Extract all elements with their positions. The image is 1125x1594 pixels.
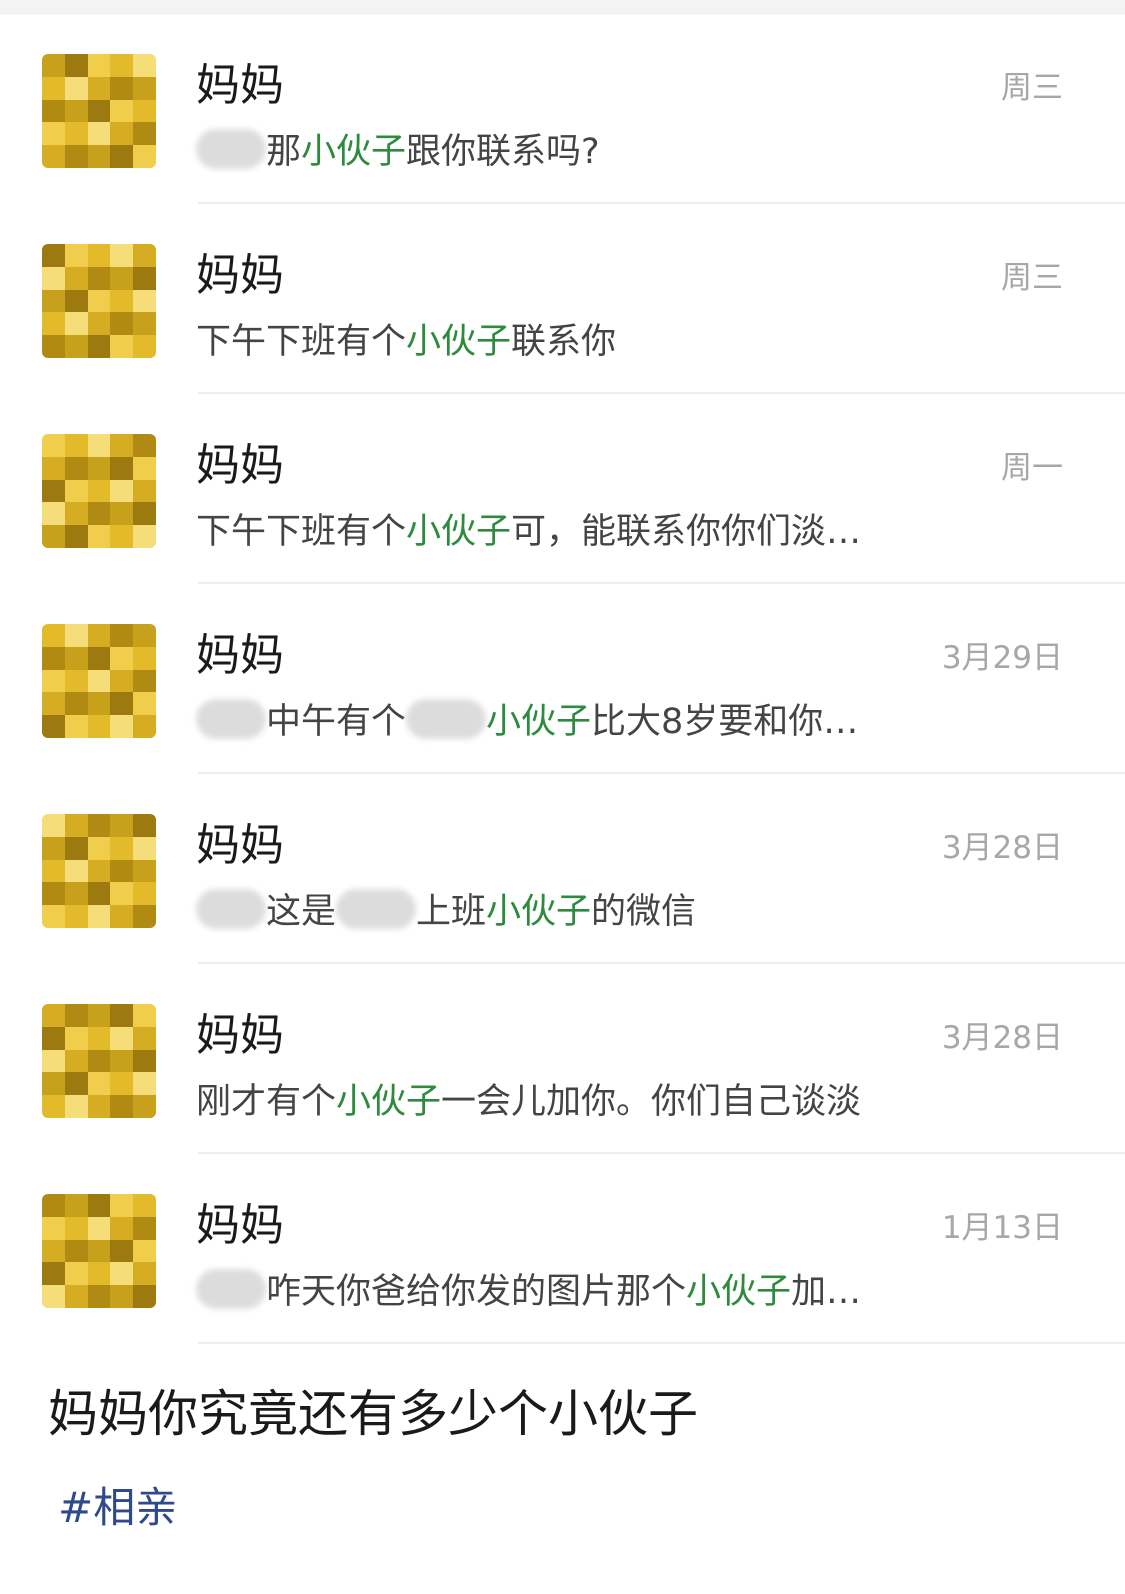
preview-text: 联系你: [511, 322, 617, 362]
message-time: 3月28日: [941, 830, 1063, 866]
contact-name: 妈妈: [196, 630, 284, 681]
redacted-text: [196, 1269, 266, 1309]
post-caption: 妈妈你究竟还有多少个小伙子: [48, 1385, 698, 1443]
contact-name: 妈妈: [196, 820, 284, 871]
message-time: 3月29日: [941, 640, 1063, 676]
message-preview: 咋天你爸给你发的图片那个小伙子加…: [196, 1268, 861, 1316]
message-time: 周三: [1001, 70, 1063, 106]
chat-list-item[interactable]: 妈妈 3月28日这是 上班小伙子的微信: [0, 774, 1125, 964]
chat-list-item[interactable]: 妈妈 周一下午下班有个小伙子可，能联系你你们淡…: [0, 394, 1125, 584]
highlighted-keyword: 小伙子: [686, 1272, 792, 1312]
hashtag-link[interactable]: #相亲: [58, 1480, 177, 1536]
row-divider: [198, 1342, 1125, 1344]
highlighted-keyword: 小伙子: [336, 1082, 442, 1122]
avatar: [42, 244, 156, 358]
top-edge: [0, 0, 1125, 14]
preview-text: 中午有个: [266, 702, 407, 742]
chat-list-item[interactable]: 妈妈 1月13日咋天你爸给你发的图片那个小伙子加…: [0, 1154, 1125, 1344]
contact-name: 妈妈: [196, 60, 284, 111]
chat-list-item[interactable]: 妈妈 3月29日中午有个 小伙子比大8岁要和你…: [0, 584, 1125, 774]
message-time: 周一: [1001, 450, 1063, 486]
preview-text: 的微信: [591, 892, 697, 932]
message-preview: 下午下班有个小伙子可，能联系你你们淡…: [196, 508, 861, 556]
message-time: 3月28日: [941, 1020, 1063, 1056]
preview-text: 咋天你爸给你发的图片那个: [266, 1272, 687, 1312]
avatar: [42, 814, 156, 928]
redacted-text: [336, 889, 417, 929]
redacted-text: [196, 889, 266, 929]
chat-list-item[interactable]: 妈妈 周三那小伙子跟你联系吗?: [0, 14, 1125, 204]
preview-text: 可，能联系你你们淡…: [511, 512, 862, 552]
preview-text: 刚才有个: [196, 1082, 337, 1122]
message-preview: 下午下班有个小伙子联系你: [196, 318, 616, 366]
message-preview: 那小伙子跟你联系吗?: [196, 128, 600, 176]
preview-text: 那: [266, 132, 302, 172]
avatar: [42, 624, 156, 738]
chat-list-item[interactable]: 妈妈 周三下午下班有个小伙子联系你: [0, 204, 1125, 394]
highlighted-keyword: 小伙子: [301, 132, 407, 172]
preview-text: 这是: [266, 892, 337, 932]
contact-name: 妈妈: [196, 1010, 284, 1061]
avatar: [42, 54, 156, 168]
preview-text: 跟你联系吗?: [406, 132, 600, 172]
message-time: 1月13日: [941, 1210, 1063, 1246]
message-time: 周三: [1001, 260, 1063, 296]
message-preview: 刚才有个小伙子一会儿加你。你们自己谈淡: [196, 1078, 861, 1126]
preview-text: 下午下班有个: [196, 512, 407, 552]
highlighted-keyword: 小伙子: [486, 702, 592, 742]
chat-list-screenshot: 妈妈 周三 那小伙子跟你联系吗? 妈妈 周三 下午下班有个小伙子联系你 妈妈 周一 下午下班有个…: [0, 0, 1125, 1370]
redacted-text: [196, 699, 266, 739]
avatar: [42, 434, 156, 548]
highlighted-keyword: 小伙子: [406, 512, 512, 552]
contact-name: 妈妈: [196, 1200, 284, 1251]
contact-name: 妈妈: [196, 440, 284, 491]
preview-text: 加…: [791, 1272, 862, 1312]
preview-text: 一会儿加你。你们自己谈淡: [441, 1082, 862, 1122]
chat-list-item[interactable]: 妈妈 3月28日刚才有个小伙子一会儿加你。你们自己谈淡: [0, 964, 1125, 1154]
highlighted-keyword: 小伙子: [406, 322, 512, 362]
message-preview: 中午有个 小伙子比大8岁要和你…: [196, 698, 858, 746]
message-preview: 这是 上班小伙子的微信: [196, 888, 696, 936]
preview-text: 下午下班有个: [196, 322, 407, 362]
avatar: [42, 1004, 156, 1118]
preview-text: 比大8岁要和你…: [591, 702, 859, 742]
preview-text: 上班: [416, 892, 487, 932]
avatar: [42, 1194, 156, 1308]
highlighted-keyword: 小伙子: [486, 892, 592, 932]
redacted-text: [406, 699, 487, 739]
redacted-text: [196, 129, 266, 169]
contact-name: 妈妈: [196, 250, 284, 301]
